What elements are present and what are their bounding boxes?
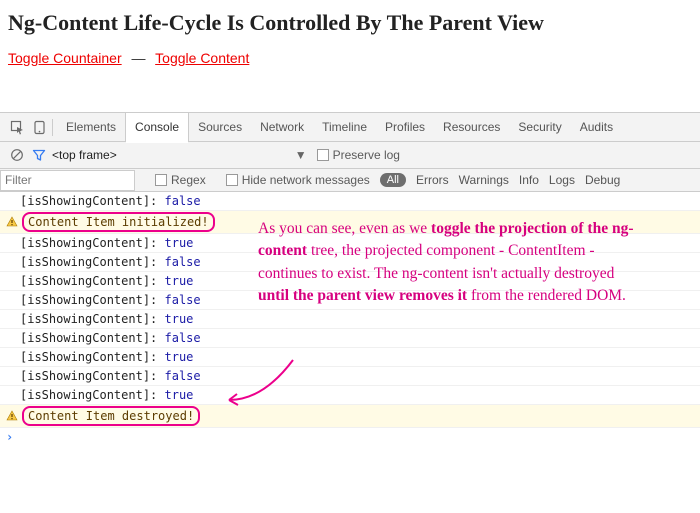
tab-security[interactable]: Security [509,113,570,142]
filter-input[interactable] [0,170,135,191]
hide-network-label: Hide network messages [242,173,370,187]
tab-network[interactable]: Network [251,113,313,142]
level-debug[interactable]: Debug [585,173,620,187]
caret-down-icon: ▼ [295,148,307,162]
tab-resources[interactable]: Resources [434,113,509,142]
level-warnings[interactable]: Warnings [459,173,509,187]
level-logs[interactable]: Logs [549,173,575,187]
inspect-icon[interactable] [6,120,28,135]
console-sub-toolbar: <top frame> ▼ Preserve log [0,142,700,169]
checkbox-box [155,174,167,186]
tab-timeline[interactable]: Timeline [313,113,376,142]
highlight-initialized: Content Item initialized! [22,212,215,232]
console-row: [isShowingContent]: true [0,310,700,329]
preserve-log-label: Preserve log [333,148,400,162]
level-all-pill[interactable]: All [380,173,406,187]
console-row: [isShowingContent]: true [0,386,700,405]
warning-icon [6,410,18,422]
toggle-row: Toggle Countainer — Toggle Content [8,50,692,66]
frame-select-value: <top frame> [52,148,117,162]
frame-select[interactable]: <top frame> [52,148,207,162]
divider [52,119,53,136]
filter-icon[interactable] [28,148,50,162]
console-row-warn: Content Item destroyed! [0,405,700,428]
regex-label: Regex [171,173,206,187]
warning-icon [6,216,18,228]
link-separator: — [126,50,152,66]
toggle-content-link[interactable]: Toggle Content [155,50,249,66]
preserve-log-checkbox[interactable]: Preserve log [317,148,400,162]
highlight-destroyed: Content Item destroyed! [22,406,200,426]
devtools-panel: Elements Console Sources Network Timelin… [0,112,700,446]
device-mode-icon[interactable] [28,120,50,135]
page-title: Ng-Content Life-Cycle Is Controlled By T… [8,10,692,36]
handwritten-annotation: As you can see, even as we toggle the pr… [258,218,638,308]
console-prompt[interactable]: › [0,428,700,446]
tab-profiles[interactable]: Profiles [376,113,434,142]
console-row: [isShowingContent]: false [0,192,700,211]
chevron-right-icon: › [6,430,13,444]
arrow-icon [223,360,303,410]
level-errors[interactable]: Errors [416,173,449,187]
checkbox-box [317,149,329,161]
clear-console-icon[interactable] [6,148,28,162]
console-row: [isShowingContent]: true [0,348,700,367]
devtools-tab-strip: Elements Console Sources Network Timelin… [0,113,700,142]
console-filter-bar: Regex Hide network messages All Errors W… [0,169,700,192]
level-info[interactable]: Info [519,173,539,187]
tab-elements[interactable]: Elements [57,113,125,142]
tab-sources[interactable]: Sources [189,113,251,142]
tab-console[interactable]: Console [125,113,189,142]
tab-audits[interactable]: Audits [571,113,622,142]
hide-network-checkbox[interactable]: Hide network messages [226,173,370,187]
console-row: [isShowingContent]: false [0,367,700,386]
checkbox-box [226,174,238,186]
console-row: [isShowingContent]: false [0,329,700,348]
regex-checkbox[interactable]: Regex [155,173,206,187]
toggle-container-link[interactable]: Toggle Countainer [8,50,122,66]
